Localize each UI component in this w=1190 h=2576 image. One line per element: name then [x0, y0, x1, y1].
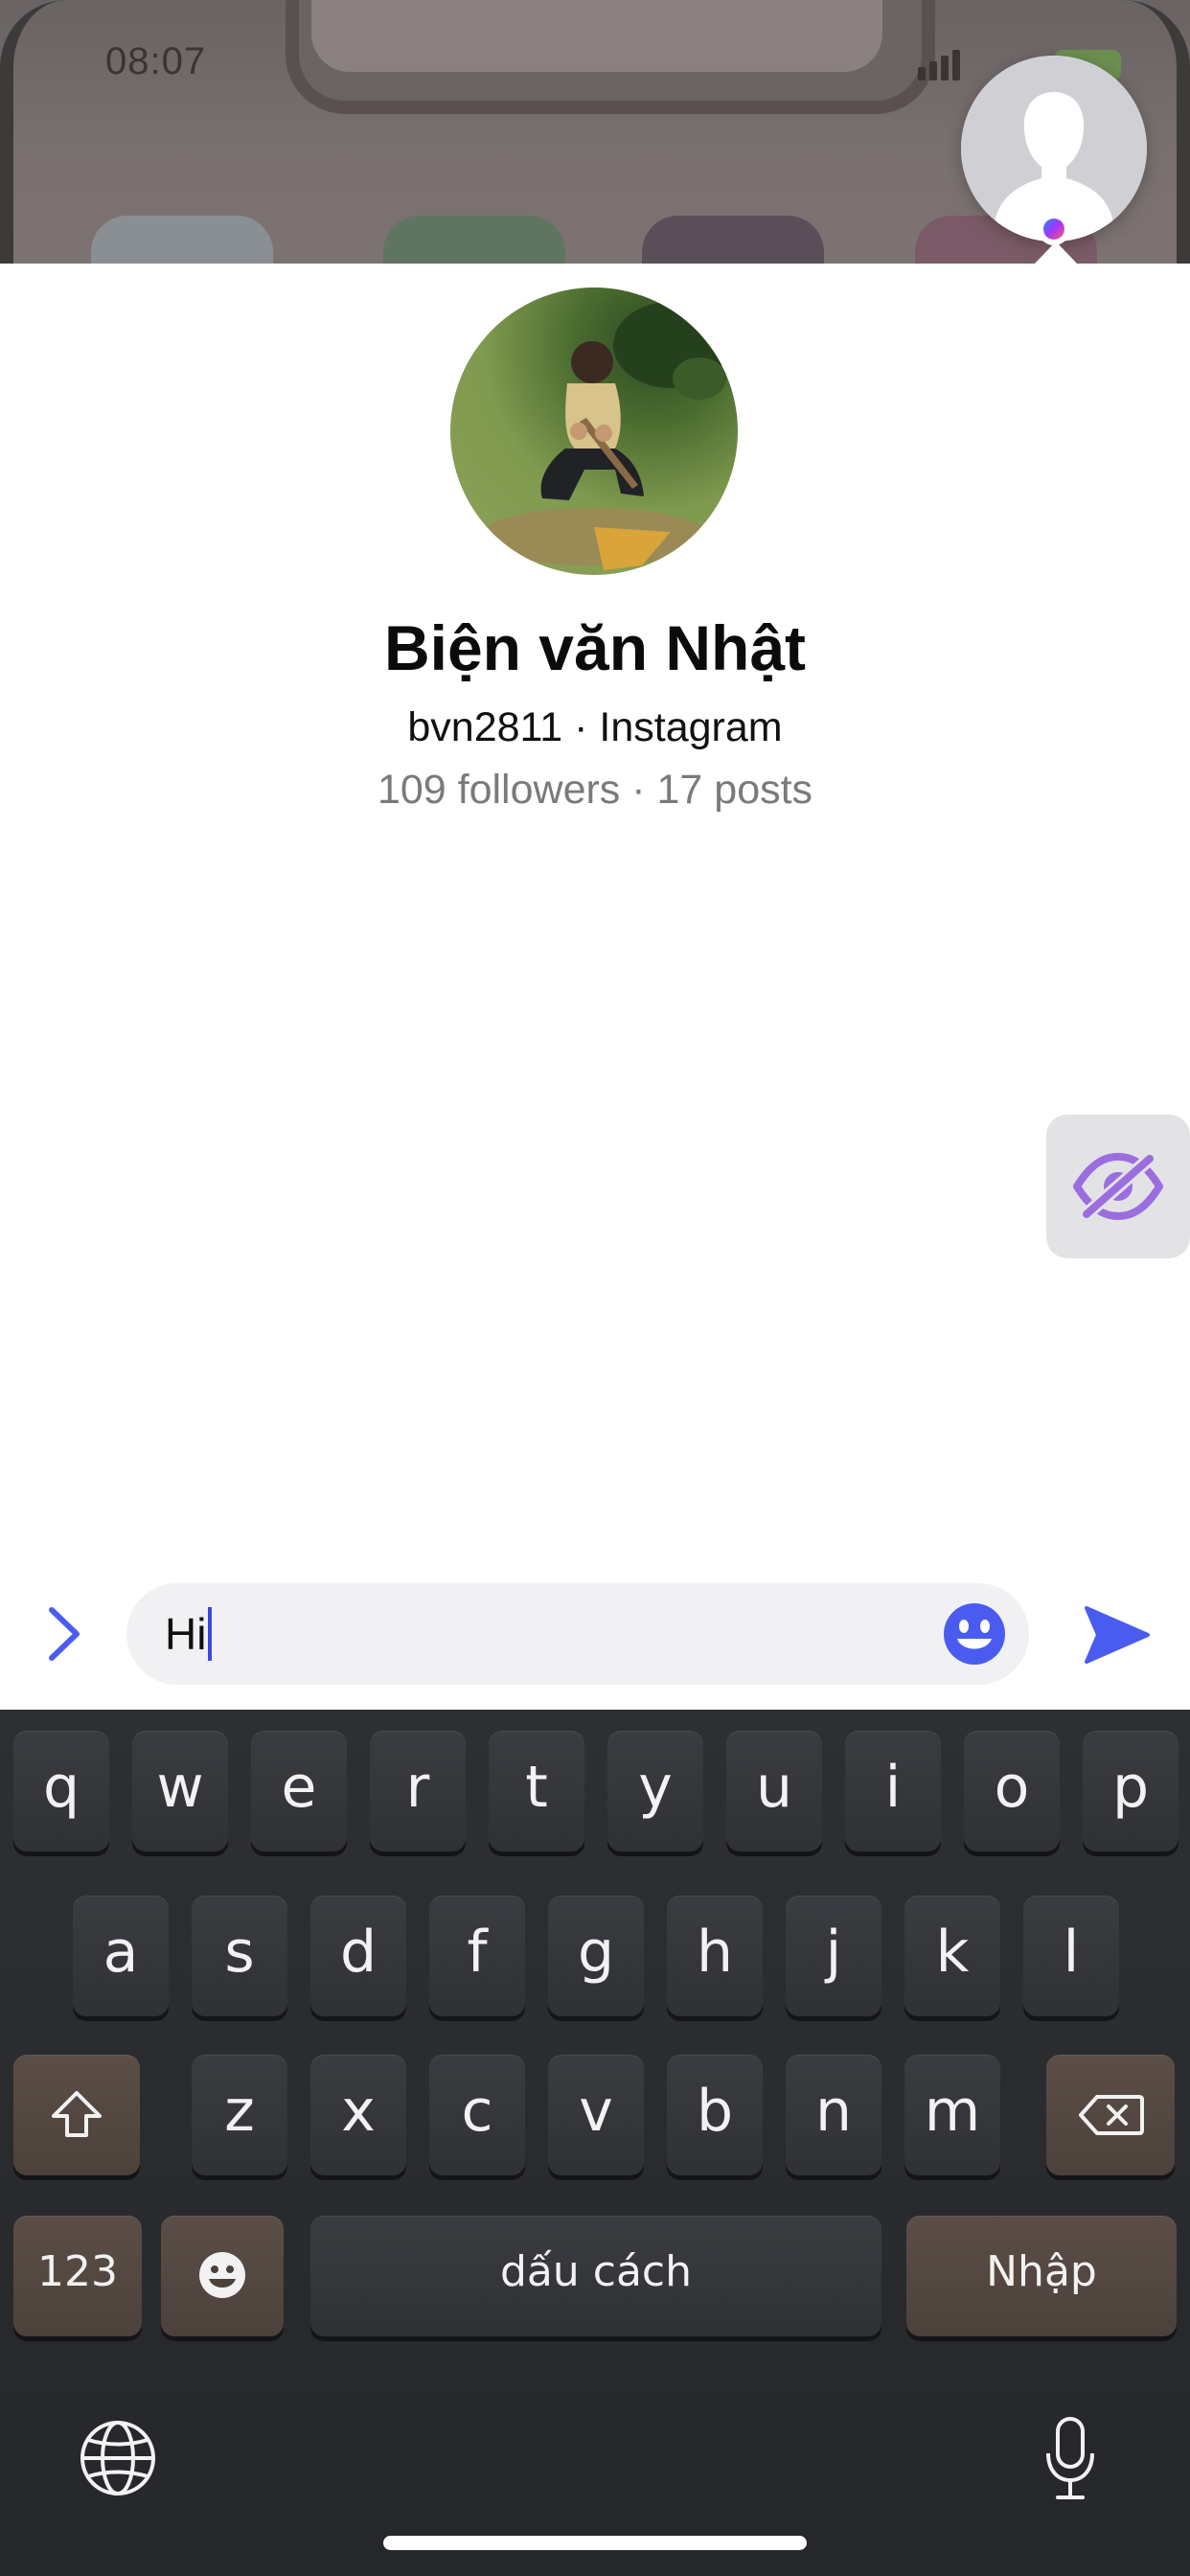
key-h[interactable]: h: [667, 1896, 763, 2016]
key-z[interactable]: z: [192, 2055, 287, 2175]
key-t[interactable]: t: [489, 1731, 584, 1852]
eye-slash-icon: [1073, 1152, 1163, 1221]
key-f[interactable]: f: [429, 1896, 525, 2016]
key-g[interactable]: g: [548, 1896, 644, 2016]
message-input-text: Hi: [165, 1609, 207, 1659]
profile-stats: 109 followers · 17 posts: [377, 767, 813, 813]
key-p[interactable]: p: [1083, 1731, 1179, 1852]
key-i[interactable]: i: [845, 1731, 941, 1852]
hide-chat-button[interactable]: [1046, 1115, 1190, 1258]
key-s[interactable]: s: [192, 1896, 287, 2016]
space-key[interactable]: dấu cách: [310, 2216, 881, 2336]
key-k[interactable]: k: [904, 1896, 1000, 2016]
smiley-icon[interactable]: [943, 1602, 1006, 1666]
key-c[interactable]: c: [429, 2055, 525, 2175]
key-b[interactable]: b: [667, 2055, 763, 2175]
status-time: 08:07: [105, 40, 207, 82]
shift-key[interactable]: [13, 2055, 140, 2175]
signal-icon: [918, 50, 964, 80]
key-w[interactable]: w: [132, 1731, 228, 1852]
emoji-key-icon: [199, 2252, 245, 2298]
key-v[interactable]: v: [548, 2055, 644, 2175]
key-m[interactable]: m: [904, 2055, 1000, 2175]
key-a[interactable]: a: [73, 1896, 169, 2016]
on-screen-keyboard: q w e r t y u i o p a s d f g h j k l z …: [0, 1710, 1190, 2576]
microphone-icon[interactable]: [1042, 2415, 1098, 2501]
key-x[interactable]: x: [310, 2055, 406, 2175]
key-q[interactable]: q: [13, 1731, 109, 1852]
shift-icon: [52, 2091, 102, 2137]
key-n[interactable]: n: [786, 2055, 881, 2175]
key-e[interactable]: e: [251, 1731, 347, 1852]
key-o[interactable]: o: [964, 1731, 1060, 1852]
globe-icon[interactable]: [79, 2419, 157, 2497]
profile-name: Biện văn Nhật: [383, 612, 807, 683]
key-u[interactable]: u: [726, 1731, 822, 1852]
message-input[interactable]: Hi: [126, 1583, 1029, 1685]
profile-avatar[interactable]: [450, 288, 738, 575]
numbers-key[interactable]: 123: [13, 2216, 142, 2336]
key-y[interactable]: y: [607, 1731, 703, 1852]
home-indicator[interactable]: [383, 2536, 807, 2550]
key-d[interactable]: d: [310, 1896, 406, 2016]
emoji-key[interactable]: [161, 2216, 284, 2336]
chevron-right-icon[interactable]: [40, 1600, 88, 1668]
text-caret: [208, 1606, 213, 1661]
backspace-icon: [1079, 2095, 1144, 2135]
return-key[interactable]: Nhập: [906, 2216, 1177, 2336]
key-l[interactable]: l: [1023, 1896, 1119, 2016]
send-icon[interactable]: [1083, 1602, 1152, 1668]
key-r[interactable]: r: [370, 1731, 466, 1852]
profile-handle: bvn2811 · Instagram: [407, 704, 783, 750]
messenger-icon: [1038, 213, 1070, 245]
delete-key[interactable]: [1046, 2055, 1175, 2175]
key-j[interactable]: j: [786, 1896, 881, 2016]
